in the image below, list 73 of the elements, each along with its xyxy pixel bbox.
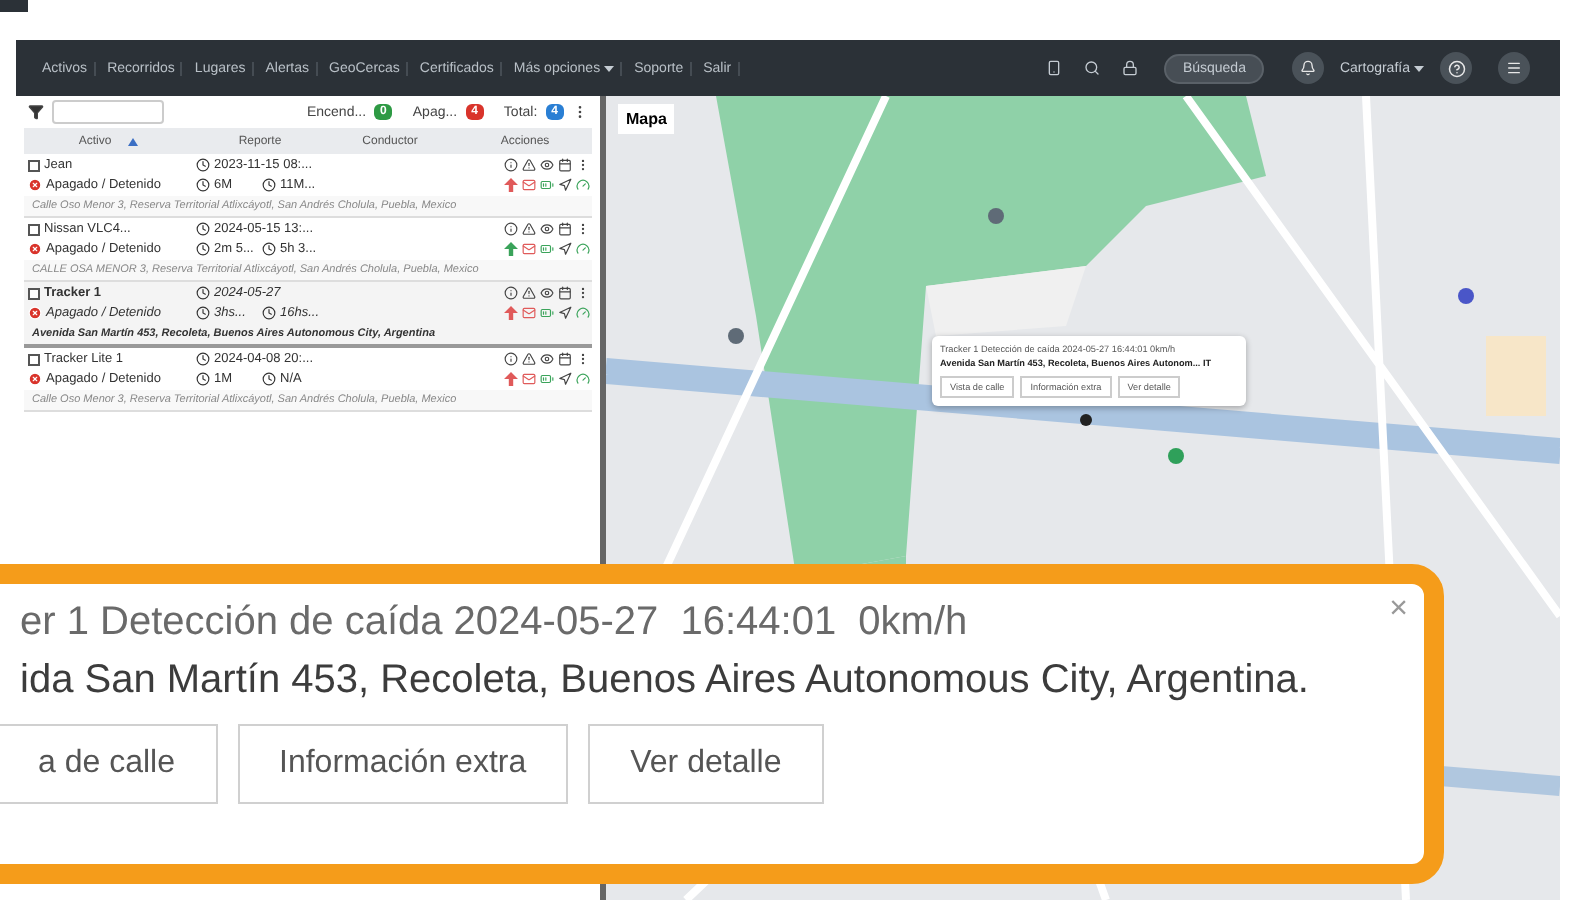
gauge-icon — [576, 306, 590, 320]
clock-icon — [196, 352, 210, 366]
checkbox[interactable] — [28, 223, 40, 235]
action-icon[interactable] — [558, 352, 572, 366]
help-icon[interactable] — [1440, 52, 1472, 84]
caret-icon — [1414, 65, 1424, 71]
clock-icon — [196, 158, 210, 172]
action-icon[interactable] — [522, 352, 536, 366]
clock-icon — [196, 372, 210, 386]
lock-icon[interactable] — [1122, 60, 1139, 76]
popup-title: er 1 Detección de caída 2024-05-27 16:44:01 0km/h — [20, 600, 968, 646]
action-icon[interactable] — [504, 286, 518, 300]
mail-icon — [522, 178, 536, 192]
clock-icon — [196, 222, 210, 236]
popup-button[interactable]: Ver detalle — [588, 724, 824, 804]
gauge-icon — [576, 372, 590, 386]
search-icon[interactable] — [1084, 60, 1101, 76]
sort-icon[interactable] — [127, 137, 138, 145]
battery-icon — [540, 306, 554, 320]
action-icon[interactable] — [504, 158, 518, 172]
action-icon[interactable] — [576, 158, 590, 172]
action-icon[interactable] — [540, 352, 554, 366]
clock-icon — [196, 306, 210, 320]
action-icon[interactable] — [540, 158, 554, 172]
phone-icon[interactable] — [1046, 60, 1063, 76]
map-type-button[interactable]: Mapa — [618, 104, 675, 134]
bell-icon[interactable] — [1291, 52, 1324, 84]
action-icon[interactable] — [540, 222, 554, 236]
clock-icon — [262, 372, 276, 386]
navigation-icon — [558, 306, 572, 320]
action-icon[interactable] — [558, 158, 572, 172]
clock-icon — [262, 178, 276, 192]
navigation-icon — [558, 178, 572, 192]
clock-icon — [196, 286, 210, 300]
gauge-icon — [576, 242, 590, 256]
clock-icon — [262, 306, 276, 320]
mail-icon — [522, 306, 536, 320]
action-icon[interactable] — [504, 352, 518, 366]
battery-icon — [540, 372, 554, 386]
corner-mark — [0, 0, 28, 12]
menu-icon[interactable] — [1498, 52, 1530, 84]
checkbox[interactable] — [28, 287, 40, 299]
checkbox[interactable] — [28, 353, 40, 365]
popup-button[interactable]: Información extra — [237, 724, 569, 804]
clock-icon — [196, 178, 210, 192]
off-status-icon — [28, 306, 42, 320]
action-icon[interactable] — [522, 222, 536, 236]
filter-icon[interactable] — [28, 104, 44, 120]
action-icon[interactable] — [522, 158, 536, 172]
clock-icon — [196, 242, 210, 256]
action-icon[interactable] — [558, 222, 572, 236]
off-status-icon — [28, 178, 42, 192]
checkbox[interactable] — [28, 159, 40, 171]
action-icon[interactable] — [576, 222, 590, 236]
off-status-icon — [28, 242, 42, 256]
action-icon[interactable] — [576, 352, 590, 366]
battery-icon — [540, 178, 554, 192]
mail-icon — [522, 242, 536, 256]
popup-address: ida San Martín 453, Recoleta, Buenos Aires Autonomous City, Argentina. — [20, 658, 1309, 704]
clock-icon — [262, 242, 276, 256]
popup-button[interactable]: a de calle — [0, 724, 217, 804]
battery-icon — [540, 242, 554, 256]
navigation-icon — [558, 242, 572, 256]
action-icon[interactable] — [522, 286, 536, 300]
action-icon[interactable] — [540, 286, 554, 300]
filter-field[interactable] — [52, 100, 164, 124]
action-icon[interactable] — [558, 286, 572, 300]
action-icon[interactable] — [576, 286, 590, 300]
action-icon[interactable] — [504, 222, 518, 236]
gauge-icon — [576, 178, 590, 192]
mail-icon — [522, 372, 536, 386]
off-status-icon — [28, 372, 42, 386]
navigation-icon — [558, 372, 572, 386]
